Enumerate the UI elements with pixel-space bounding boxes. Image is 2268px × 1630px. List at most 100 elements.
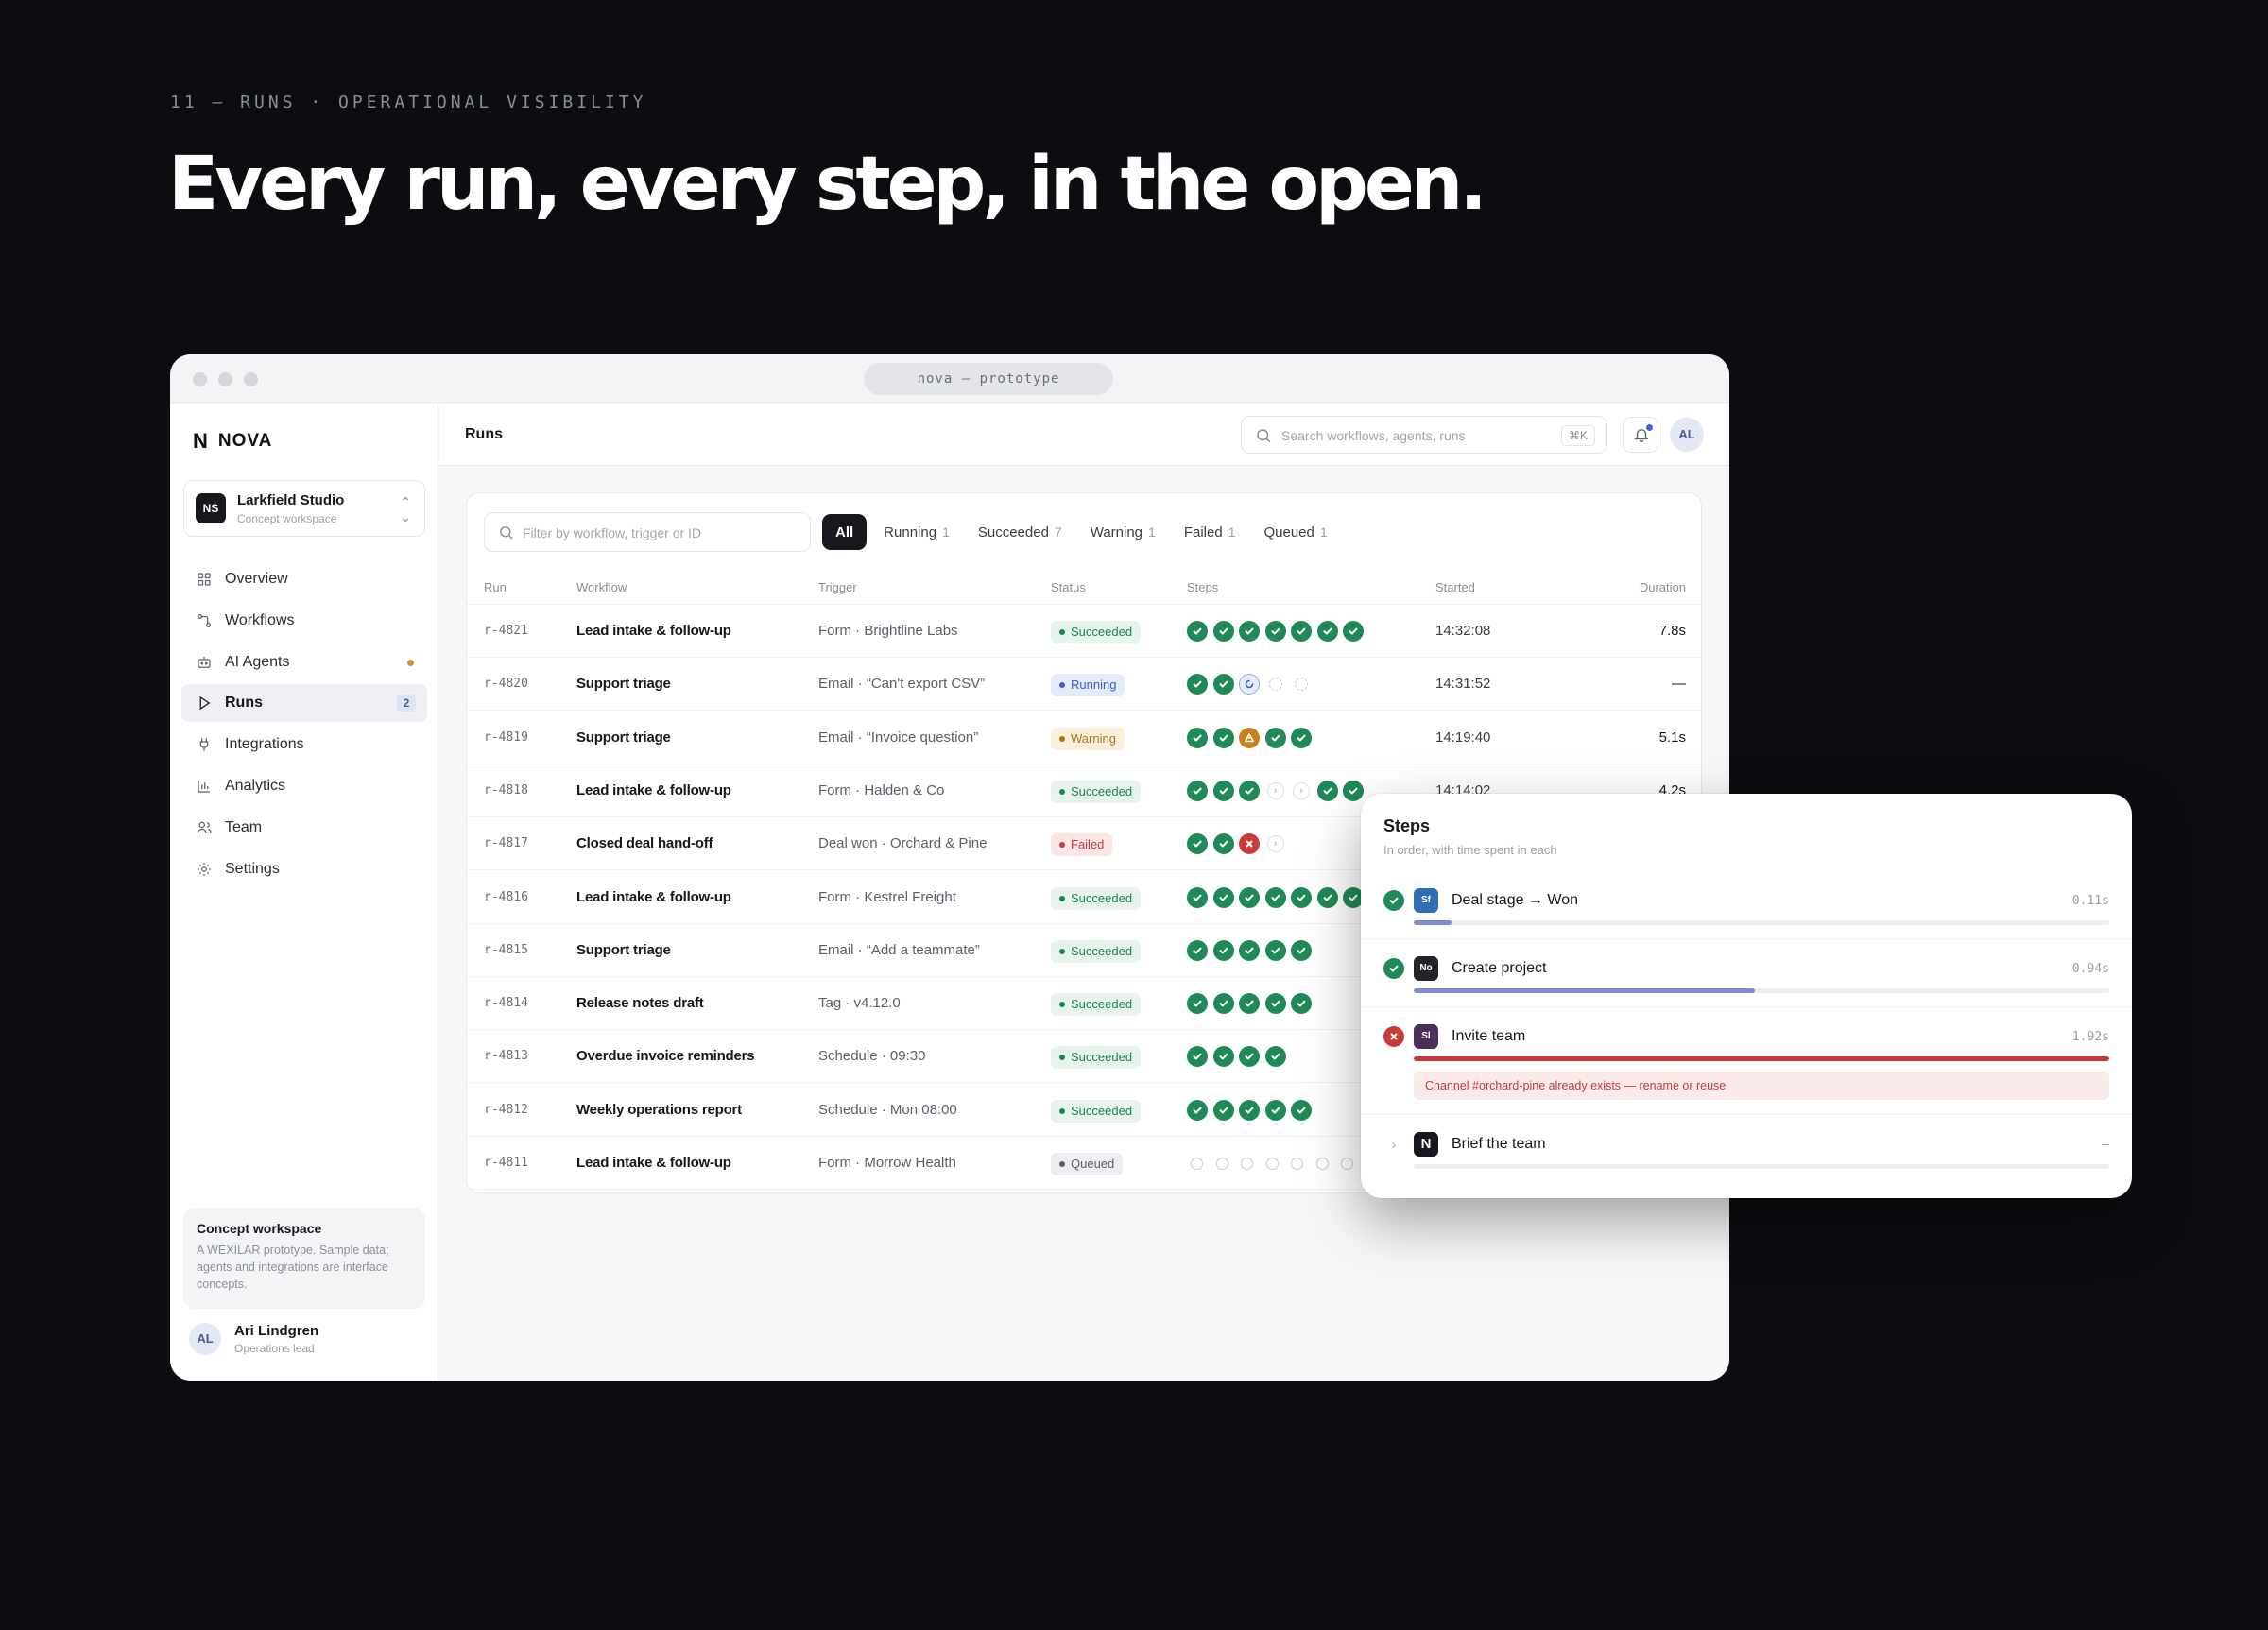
sidebar-item-integrations[interactable]: Integrations [181,726,427,764]
sidebar-item-label: Settings [225,860,280,877]
run-workflow: Lead intake & follow-up [576,781,731,798]
header-avatar[interactable]: AL [1670,418,1704,452]
step-success-icon [1316,780,1338,801]
tab-label: Warning [1090,523,1143,540]
step-success-icon [1187,674,1208,695]
step-row[interactable]: Sl Invite team 1.92s Channel #orchard-pine … [1361,1007,2132,1115]
concept-note: Concept workspace A WEXILAR prototype. S… [183,1208,425,1309]
step-success-icon [1383,890,1404,911]
step-success-icon [1343,621,1364,642]
integration-app-icon: N [1414,1132,1438,1157]
user-profile[interactable]: AL Ari Lindgren Operations lead [189,1323,318,1355]
user-role: Operations lead [234,1342,315,1355]
sidebar-item-runs[interactable]: Runs 2 [181,684,427,723]
workspace-switcher[interactable]: NS Larkfield Studio Concept workspace ⌃ ⌄ [183,480,425,537]
run-trigger: Form · Brightline Labs [818,623,958,639]
run-workflow: Release notes draft [576,995,704,1012]
sidebar-item-workflows[interactable]: Workflows [181,602,427,640]
step-success-icon [1187,833,1208,855]
step-row[interactable]: Sf Deal stage → Won 0.11s [1361,871,2132,939]
step-success-icon [1187,939,1208,961]
step-success-icon [1291,621,1312,642]
steps-panel-subtitle: In order, with time spent in each [1383,843,1557,857]
step-success-icon [1212,993,1234,1015]
step-name: Create project [1452,960,1547,976]
window-minimize-dot[interactable] [218,372,232,386]
step-skipped-icon: › [1266,835,1284,853]
step-success-icon [1291,993,1312,1015]
brand[interactable]: N NOVA [193,429,272,454]
status-badge: Succeeded [1051,1046,1142,1070]
filter-input[interactable] [523,522,797,544]
tab-count: 1 [1148,524,1156,540]
tab-warning[interactable]: Warning 1 [1079,514,1167,550]
status-badge: Succeeded [1051,1099,1142,1123]
steps-panel: Steps In order, with time spent in each … [1361,794,2132,1198]
run-steps: › › [1187,780,1364,801]
tab-label: All [835,523,854,540]
run-workflow: Lead intake & follow-up [576,888,731,905]
tab-running[interactable]: Running 1 [872,514,961,550]
window-maximize-dot[interactable] [244,372,258,386]
col-steps: Steps [1187,580,1219,594]
sidebar-nav: Overview Workflows AI Agents Runs 2 Integrati… [181,560,427,891]
step-success-icon [1239,621,1260,642]
step-success-icon [1187,1046,1208,1068]
step-success-icon [1187,727,1208,748]
tab-succeeded[interactable]: Succeeded 7 [967,514,1074,550]
tab-failed[interactable]: Failed 1 [1173,514,1247,550]
run-id: r-4821 [484,624,528,638]
run-id: r-4813 [484,1049,528,1064]
step-success-icon [1316,621,1338,642]
step-running-icon [1239,674,1260,695]
runs-filter[interactable] [484,512,811,552]
table-row[interactable]: r-4821 Lead intake & follow-up Form · Brig… [467,605,1701,658]
chevron-updown-icon: ⌃ ⌄ [400,494,411,524]
step-success-icon [1291,939,1312,961]
sidebar-item-ai-agents[interactable]: AI Agents [181,643,427,681]
step-duration-bar [1414,1164,2109,1169]
status-badge-cell: Succeeded [1051,1045,1142,1070]
run-trigger: Tag · v4.12.0 [818,995,901,1012]
run-trigger: Form · Halden & Co [818,781,945,798]
col-trigger: Trigger [818,580,857,594]
step-success-icon [1264,993,1286,1015]
step-row[interactable]: › N Brief the team — [1361,1115,2132,1198]
run-trigger: Email · “Can't export CSV” [818,676,986,693]
run-workflow: Overdue invoice reminders [576,1048,755,1065]
run-steps [1187,939,1312,961]
global-search[interactable]: ⌘K [1241,416,1607,454]
step-success-icon [1187,886,1208,908]
step-success-icon [1212,833,1234,855]
run-started: 14:31:52 [1435,676,1491,693]
search-icon [500,526,513,540]
step-success-icon [1212,1046,1234,1068]
table-row[interactable]: r-4819 Support triage Email · “Invoice que… [467,712,1701,764]
notifications-button[interactable] [1623,417,1658,453]
step-name: Deal stage → Won [1452,892,1578,908]
sidebar-item-settings[interactable]: Settings [181,850,427,888]
step-row[interactable]: No Create project 0.94s [1361,939,2132,1007]
tab-queued[interactable]: Queued 1 [1252,514,1338,550]
notification-dot [1646,424,1653,431]
user-name: Ari Lindgren [234,1323,319,1339]
status-badge: Succeeded [1051,939,1142,963]
workspace-subtitle: Concept workspace [237,512,337,525]
search-input[interactable] [1281,424,1546,447]
step-duration-bar [1414,920,2109,925]
tab-label: Running [884,523,937,540]
sidebar-item-team[interactable]: Team [181,809,427,847]
sidebar-item-analytics[interactable]: Analytics [181,767,427,805]
page-title: Runs [465,426,503,442]
step-pending-icon [1295,678,1308,692]
step-failed-icon [1239,833,1260,855]
run-id: r-4811 [484,1156,528,1170]
window-close-dot[interactable] [193,372,207,386]
status-badge-cell: Running [1051,673,1125,697]
run-workflow: Lead intake & follow-up [576,1155,731,1171]
table-row[interactable]: r-4820 Support triage Email · “Can't expor… [467,658,1701,712]
col-run: Run [484,580,507,594]
sidebar-item-overview[interactable]: Overview [181,560,427,598]
brand-name: NOVA [217,431,273,451]
tab-all[interactable]: All [822,514,868,550]
